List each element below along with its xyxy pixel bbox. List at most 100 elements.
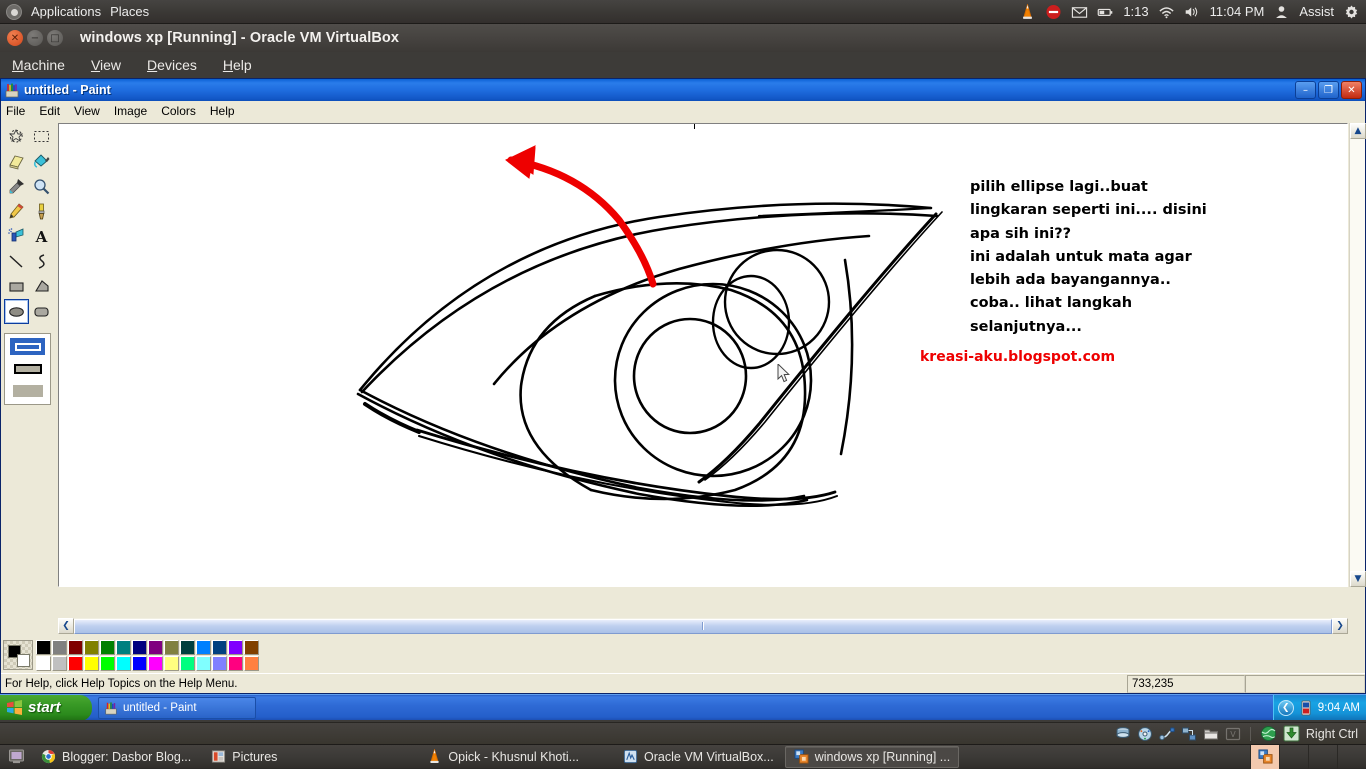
palette-swatch[interactable] [116, 640, 131, 655]
palette-swatch[interactable] [244, 640, 259, 655]
free-form-select-tool[interactable] [4, 124, 29, 149]
palette-swatch[interactable] [116, 656, 131, 671]
ubuntu-logo-icon[interactable] [6, 4, 22, 20]
vertical-scroll-track[interactable] [1350, 139, 1365, 571]
background-color-swatch[interactable] [17, 654, 30, 667]
hard-disk-icon[interactable] [1115, 726, 1131, 742]
palette-swatch[interactable] [164, 656, 179, 671]
palette-swatch[interactable] [228, 640, 243, 655]
polygon-tool[interactable] [29, 274, 54, 299]
palette-swatch[interactable] [132, 640, 147, 655]
palette-swatch[interactable] [68, 640, 83, 655]
mail-envelope-icon[interactable] [1071, 4, 1088, 20]
outline-and-fill-option[interactable] [10, 360, 45, 377]
eraser-tool[interactable] [4, 149, 29, 174]
palette-swatch[interactable] [180, 640, 195, 655]
show-hidden-icons-button[interactable]: ❮ [1278, 700, 1294, 716]
shared-folder-icon[interactable] [1203, 726, 1219, 742]
palette-swatch[interactable] [36, 640, 51, 655]
palette-swatch[interactable] [148, 640, 163, 655]
scroll-up-button[interactable]: ▲ [1350, 123, 1366, 139]
palette-swatch[interactable] [100, 656, 115, 671]
window-button-virtualbox-manager[interactable]: Oracle VM VirtualBox... [614, 746, 783, 768]
paint-close-button[interactable]: ✕ [1341, 81, 1362, 99]
gear-icon[interactable] [1343, 4, 1360, 20]
start-button[interactable]: start [0, 695, 92, 721]
volume-icon[interactable] [1184, 4, 1201, 20]
palette-swatch[interactable] [84, 640, 99, 655]
palette-swatch[interactable] [100, 640, 115, 655]
window-button-windows-xp-vm[interactable]: windows xp [Running] ... [785, 746, 960, 768]
horizontal-scrollbar[interactable]: ❮ ❯ [58, 618, 1348, 634]
maximize-button[interactable]: □ [47, 30, 63, 46]
cd-dvd-icon[interactable] [1137, 726, 1153, 742]
palette-swatch[interactable] [132, 656, 147, 671]
rectangle-tool[interactable] [4, 274, 29, 299]
minimize-button[interactable]: − [27, 30, 43, 46]
scroll-left-button[interactable]: ❮ [58, 618, 74, 634]
applications-menu[interactable]: Applications [31, 4, 101, 19]
show-desktop-icon[interactable] [3, 746, 29, 768]
do-not-disturb-icon[interactable] [1045, 4, 1062, 20]
palette-swatch[interactable] [148, 656, 163, 671]
assist-label[interactable]: Assist [1299, 4, 1334, 19]
paint-restore-button[interactable]: ❐ [1318, 81, 1339, 99]
palette-swatch[interactable] [52, 640, 67, 655]
workspace-2[interactable] [1279, 745, 1308, 769]
palette-swatch[interactable] [180, 656, 195, 671]
notification-battery-icon[interactable] [1299, 700, 1313, 716]
ellipse-tool[interactable] [4, 299, 29, 324]
vertical-scrollbar[interactable]: ▲ ▼ [1349, 123, 1365, 587]
palette-swatch[interactable] [212, 656, 227, 671]
magnifier-tool[interactable] [29, 174, 54, 199]
fill-with-color-tool[interactable] [29, 149, 54, 174]
menu-machine[interactable]: Machine [12, 57, 65, 73]
vlc-cone-icon[interactable] [1019, 4, 1036, 20]
rectangle-select-tool[interactable] [29, 124, 54, 149]
palette-swatch[interactable] [68, 656, 83, 671]
tray-clock[interactable]: 9:04 AM [1318, 702, 1360, 714]
palette-swatch[interactable] [36, 656, 51, 671]
paint-menu-colors[interactable]: Colors [161, 104, 196, 118]
paint-menu-edit[interactable]: Edit [39, 104, 60, 118]
curve-tool[interactable] [29, 249, 54, 274]
text-tool[interactable]: A [29, 224, 54, 249]
network-icon[interactable] [1181, 726, 1197, 742]
airbrush-tool[interactable] [4, 224, 29, 249]
menu-view[interactable]: View [91, 57, 121, 73]
scroll-right-button[interactable]: ❯ [1332, 618, 1348, 634]
panel-clock[interactable]: 11:04 PM [1210, 4, 1265, 19]
menu-devices[interactable]: Devices [147, 57, 197, 73]
palette-swatch[interactable] [228, 656, 243, 671]
workspace-4[interactable] [1337, 745, 1366, 769]
user-icon[interactable] [1273, 4, 1290, 20]
window-button-pictures[interactable]: Pictures [202, 746, 286, 768]
brush-tool[interactable] [29, 199, 54, 224]
paint-minimize-button[interactable]: – [1295, 81, 1316, 99]
taskbar-button-paint[interactable]: untitled - Paint [98, 697, 256, 719]
download-icon[interactable] [1283, 725, 1300, 742]
outline-only-option[interactable] [10, 338, 45, 355]
palette-swatch[interactable] [212, 640, 227, 655]
palette-swatch[interactable] [196, 640, 211, 655]
guest-screen[interactable]: untitled - Paint – ❐ ✕ File Edit View Im… [0, 78, 1366, 720]
usb-icon[interactable] [1159, 726, 1175, 742]
paint-menu-help[interactable]: Help [210, 104, 235, 118]
palette-swatch[interactable] [84, 656, 99, 671]
palette-swatch[interactable] [196, 656, 211, 671]
paint-menu-file[interactable]: File [6, 104, 25, 118]
workspace-3[interactable] [1308, 745, 1337, 769]
paint-canvas[interactable]: pilih ellipse lagi..buatlingkaran sepert… [58, 123, 1348, 587]
wifi-icon[interactable] [1158, 4, 1175, 20]
close-button[interactable]: ✕ [7, 30, 23, 46]
menu-help[interactable]: Help [223, 57, 252, 73]
pick-color-tool[interactable] [4, 174, 29, 199]
scroll-down-button[interactable]: ▼ [1350, 571, 1366, 587]
rounded-rectangle-tool[interactable] [29, 299, 54, 324]
horizontal-scroll-thumb[interactable] [74, 619, 1332, 634]
paint-menu-image[interactable]: Image [114, 104, 147, 118]
globe-icon[interactable] [1260, 725, 1277, 742]
window-button-opick[interactable]: Opick - Khusnul Khoti... [418, 746, 588, 768]
current-colors-indicator[interactable] [3, 640, 33, 670]
fill-only-option[interactable] [10, 382, 45, 399]
